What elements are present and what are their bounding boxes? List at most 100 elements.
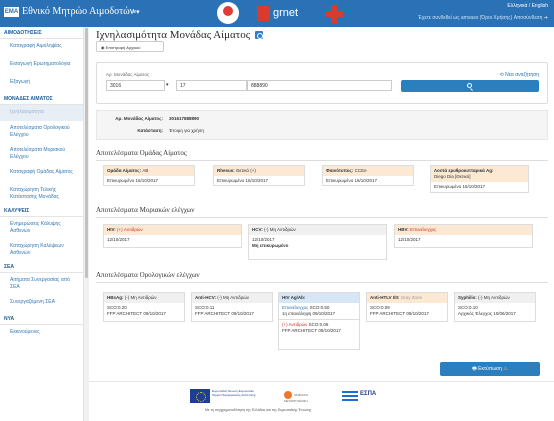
hbv-molecular-card: HBV: Επανέλεγχος 12/10/2017 bbox=[394, 224, 533, 248]
phenotype-card: Φαινότυπος: CCEe Επικυρωμένο 16/10/2017 bbox=[322, 165, 414, 186]
card-body: SCO:0.11 FFP ARCHITECT 09/10/2017 bbox=[192, 303, 272, 319]
search-icon bbox=[467, 83, 472, 88]
print-button-label: 🖶 Εκτύπωση bbox=[472, 366, 502, 372]
molecular-section-title: Αποτελέσματα Μοριακών ελέγχων bbox=[96, 206, 195, 214]
card-body: 12/10/2017 Μη επικυρωμένο bbox=[249, 235, 386, 251]
unit-year-input[interactable]: 17 bbox=[176, 80, 247, 91]
eu-logo-text: Ευρωπαϊκή Ένωση Ευρωπαϊκό Ταμείο Περιφερ… bbox=[212, 389, 256, 397]
blood-group-section-title: Αποτελέσματα Ομάδας Αίματος bbox=[96, 149, 187, 157]
footer-divider bbox=[89, 381, 554, 382]
test-info: FFP ARCHITECT 09/10/2017 bbox=[195, 311, 254, 316]
serology-section-title: Αποτελέσματα Ορολογικών ελέγχων bbox=[96, 271, 200, 279]
sidebar-item-final-status[interactable]: Καταχώρηση Τελικής Κατάστασης Μονάδας bbox=[0, 183, 83, 205]
grnet-logo: grnet bbox=[257, 5, 317, 23]
sidebar-item-serology-results[interactable]: Αποτελέσματα Ορολογικού Ελέγχου bbox=[0, 121, 83, 143]
sidebar-scrollbar-thumb[interactable] bbox=[85, 28, 88, 278]
sidebar-item-coverage-updates[interactable]: Ενημερώσεις Κάλυψης Ασθενών bbox=[0, 217, 83, 239]
status-value: Έτοιμη για χρήση bbox=[169, 128, 204, 133]
user-info[interactable]: Έχετε συνδεθεί ως amvaso (Όροι Χρήσης) Α… bbox=[418, 15, 548, 21]
hcv-molecular-card: HCV: (-) Μη Αντιδρών 12/10/2017 Μη επικυ… bbox=[248, 224, 387, 260]
unit-serial-input[interactable]: 888890 bbox=[247, 80, 392, 91]
unit-prefix-select[interactable]: 3016 bbox=[106, 80, 165, 91]
sidebar-item-pending[interactable]: Εκκινούμενες bbox=[0, 325, 83, 343]
card-header: HBsAg: (-) Μη Αντιδρών bbox=[104, 293, 184, 303]
card-header: HCV: (-) Μη Αντιδρών bbox=[249, 225, 386, 235]
card-header: Syphilis: (-) Μη Αντιδρών bbox=[455, 293, 535, 303]
section-divider bbox=[96, 217, 548, 218]
hiv-molecular-card: HIV: (+) Αντιδρών 12/10/2017 bbox=[103, 224, 242, 248]
sidebar-item-import-questionnaires[interactable]: Εισαγωγή Ερωτηματολόγια bbox=[0, 57, 83, 75]
card-header: Λοιπά ερυθροκυτταρικά Ag: Diego Dia [Θετι… bbox=[431, 166, 528, 182]
app-logo[interactable]: EMA bbox=[4, 7, 19, 17]
sidebar-item-coverage-entry[interactable]: Καταχώρηση Καλύψεων Ασθενών bbox=[0, 239, 83, 261]
search-panel: Αρ. Μονάδας Αίματος 3016 ▾ 17 888890 ⟲ Ν… bbox=[96, 62, 548, 104]
grnet-icon bbox=[257, 6, 270, 21]
sidebar-item-export[interactable]: Εξαγωγή bbox=[0, 75, 83, 93]
unit-number-info-value: 301617888890 bbox=[169, 116, 200, 121]
card-sub-body: (+) Αντιδρών SCO:0.06 FFP ARCHITECT 09/1… bbox=[279, 319, 359, 336]
espa-logo: ΕΣΠΑ bbox=[342, 389, 386, 403]
espa-flag-icon bbox=[342, 391, 358, 401]
hiv-ag-ab-card: HIV Ag/Ab: Επανέλεγχος SCO:0.50 1η επανά… bbox=[278, 292, 360, 350]
card-header: Rhesus: Θετικό (+) bbox=[214, 166, 304, 176]
help-icon[interactable] bbox=[254, 31, 263, 40]
card-header: Anti-HTLV I/II: Gray Zone bbox=[367, 293, 447, 303]
card-body: Επανέλεγχος SCO:0.50 1η επανάληψη 09/10/… bbox=[279, 303, 359, 319]
top-header: EMA Εθνικό Μητρώο Αιμοδοτών ≡▾ grnet Ελλ… bbox=[0, 0, 554, 27]
sidebar-item-molecular-results[interactable]: Αποτελέσματα Μοριακού Ελέγχου bbox=[0, 143, 83, 165]
test-info: FFP ARCHITECT 09/10/2017 bbox=[107, 311, 166, 316]
card-note: Μη επικυρωμένο bbox=[252, 243, 289, 248]
test-info: FFP ARCHITECT 09/10/2017 bbox=[282, 328, 341, 333]
test-info: Αρχικός Έλεγχος 10/06/2017 bbox=[458, 311, 516, 316]
unit-number-label: Αρ. Μονάδας Αίματος bbox=[106, 72, 150, 77]
program-logo: ΨΗΦΙΑΚΗ ΜΕΤΑΡΡΥΘΜΙΣΗ bbox=[284, 391, 320, 403]
other-antigens-card: Λοιπά ερυθροκυτταρικά Ag: Diego Dia [Θετι… bbox=[430, 165, 529, 193]
new-search-link[interactable]: ⟲ Νέα αναζήτηση bbox=[403, 72, 540, 78]
espa-text: ΕΣΠΑ bbox=[360, 391, 377, 397]
sidebar-item-blood-draw[interactable]: Καταγραφή Αιμοληψίας bbox=[0, 39, 83, 57]
anti-htlv-card: Anti-HTLV I/II: Gray Zone SCO:0.09 FFP A… bbox=[366, 292, 448, 322]
sidebar-section-title: ΚΑΛΥΨΕΙΣ bbox=[0, 205, 83, 217]
search-button[interactable] bbox=[401, 80, 539, 92]
partner-logos: grnet bbox=[217, 1, 350, 26]
chevron-down-icon[interactable]: ▾ bbox=[166, 82, 169, 88]
page-title-text: Ιχνηλασιμότητα Μονάδας Αίματος bbox=[96, 29, 251, 41]
sidebar-item-traceability[interactable]: Ιχνηλασιμότητα bbox=[0, 105, 83, 121]
card-body: SCO:0.09 FFP ARCHITECT 09/10/2017 bbox=[367, 303, 447, 319]
sidebar-section-title: ΑΙΜΟΔΟΤΗΣΕΙΣ bbox=[0, 27, 83, 39]
card-header: HIV: (+) Αντιδρών bbox=[104, 225, 241, 235]
rhesus-card: Rhesus: Θετικό (+) Επικυρωμένο 16/10/201… bbox=[213, 165, 305, 186]
card-body: 12/10/2017 bbox=[398, 237, 421, 242]
sidebar-section-title: ΣΕΑ bbox=[0, 261, 83, 273]
back-button[interactable]: ◉ Επιστροφή Αρχικού bbox=[96, 41, 164, 52]
language-switch[interactable]: Ελληνικά / English bbox=[507, 3, 548, 9]
card-body: 12/10/2017 bbox=[107, 237, 130, 242]
print-button[interactable]: 🖶 Εκτύπωση ⚠ bbox=[440, 362, 540, 376]
card-header: Φαινότυπος: CCEe bbox=[323, 166, 413, 176]
status-label: Κατάσταση: bbox=[137, 128, 163, 133]
card-header: Anti-HCV: (-) Μη Αντιδρών bbox=[192, 293, 272, 303]
sidebar-item-sea-requests[interactable]: Αιτήματα Συνεργασίας από ΣΕΑ bbox=[0, 273, 83, 295]
app-title[interactable]: Εθνικό Μητρώο Αιμοδοτών bbox=[22, 6, 134, 17]
unit-number-info-label: Αρ. Μονάδας Αίματος: bbox=[115, 116, 163, 121]
sidebar-section-title: ΜΟΝΑΔΕΣ ΑΙΜΑΤΟΣ bbox=[0, 93, 83, 105]
card-header: HIV Ag/Ab: bbox=[279, 293, 359, 303]
section-divider bbox=[96, 282, 548, 283]
card-body: Επικυρωμένο 16/10/2017 bbox=[326, 178, 378, 183]
page-title: Ιχνηλασιμότητα Μονάδας Αίματος bbox=[96, 29, 263, 41]
eu-flag-icon bbox=[190, 389, 210, 403]
card-header: HBV: Επανέλεγχος bbox=[395, 225, 532, 235]
unit-info-panel: Αρ. Μονάδας Αίματος: 301617888890 Κατάστ… bbox=[96, 110, 548, 140]
sidebar-item-blood-group[interactable]: Καταγραφή Ομάδας Αίματος bbox=[0, 165, 83, 183]
menu-toggle-icon[interactable]: ≡▾ bbox=[132, 8, 140, 16]
syphilis-card: Syphilis: (-) Μη Αντιδρών SCO:0.10 Αρχικ… bbox=[454, 292, 536, 322]
cross-logo-icon bbox=[325, 5, 343, 23]
sidebar-item-sea-partners[interactable]: Συνεργαζόμενη ΣΕΑ bbox=[0, 295, 83, 313]
ema-round-logo bbox=[217, 2, 239, 24]
card-body: Επικυρωμένο 16/10/2017 bbox=[434, 184, 486, 189]
footer-text: Με τη συγχρηματοδότηση της Ελλάδας και τ… bbox=[205, 408, 312, 412]
card-header: Ομάδα Αίματος: AB bbox=[104, 166, 194, 176]
footer-logos: Ευρωπαϊκή Ένωση Ευρωπαϊκό Ταμείο Περιφερ… bbox=[190, 388, 388, 404]
card-body: SCO:0.20 FFP ARCHITECT 09/10/2017 bbox=[104, 303, 184, 319]
grnet-text: grnet bbox=[273, 7, 299, 19]
